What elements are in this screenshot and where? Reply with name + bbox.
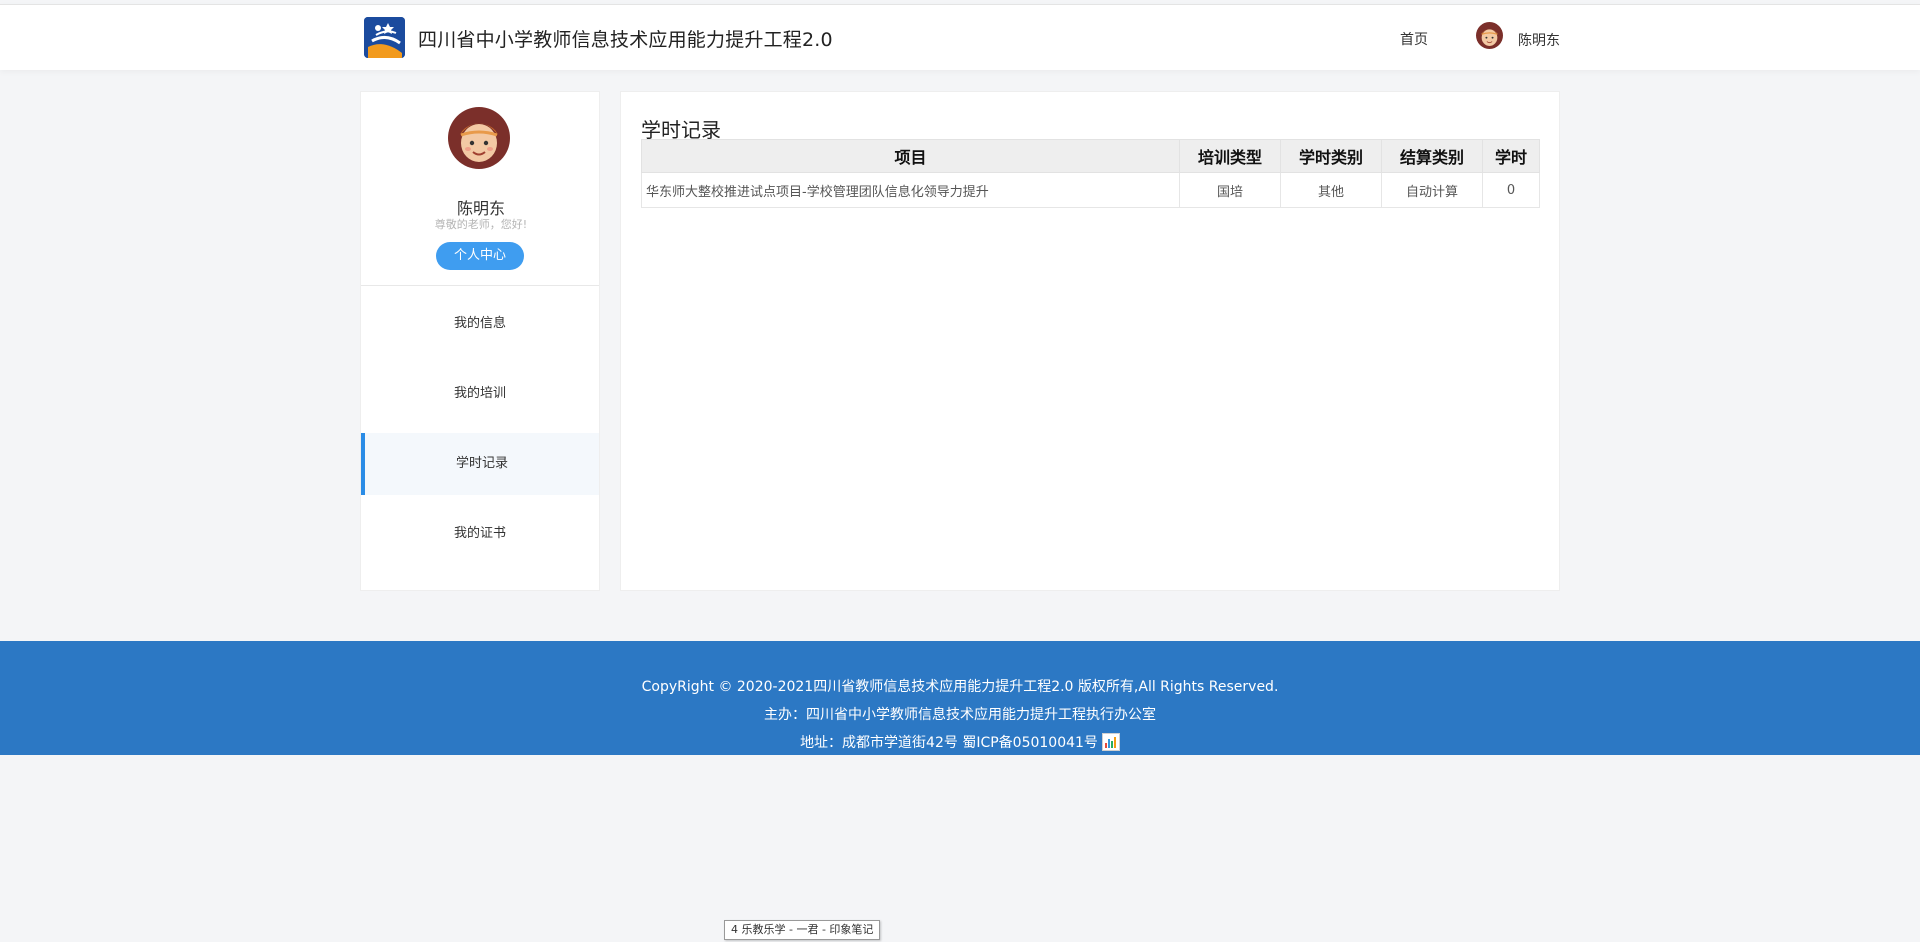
- records-table: 项目 培训类型 学时类别 结算类别 学时 华东师大整校推进试点项目-学校管理团队…: [641, 139, 1540, 208]
- avatar-icon: [448, 107, 510, 169]
- footer-copyright: CopyRight © 2020-2021四川省教师信息技术应用能力提升工程2.…: [641, 679, 1279, 695]
- footer: CopyRight © 2020-2021四川省教师信息技术应用能力提升工程2.…: [0, 641, 1920, 755]
- personal-center-button[interactable]: 个人中心: [436, 242, 524, 270]
- statistics-icon[interactable]: [1101, 733, 1120, 751]
- cell-project: 华东师大整校推进试点项目-学校管理团队信息化领导力提升: [641, 172, 1180, 208]
- footer-address: 地址：成都市学道街42号 蜀ICP备05010041号: [800, 735, 1098, 751]
- sidebar-item-my-certificates[interactable]: 我的证书: [361, 503, 599, 565]
- main-content: 学时记录 项目 培训类型 学时类别 结算类别 学时 华东师大整校推进试点项目-学…: [620, 91, 1560, 591]
- nav-home-link[interactable]: 首页: [1400, 29, 1428, 49]
- header-user-name[interactable]: 陈明东: [1518, 30, 1560, 50]
- profile-greeting: 尊敬的老师，您好!: [434, 218, 528, 231]
- taskbar-tooltip: 4 乐教乐学 - 一君 - 印象笔记: [724, 920, 881, 940]
- cell-training-type: 国培: [1179, 172, 1281, 208]
- table-header-row: 项目 培训类型 学时类别 结算类别 学时: [641, 139, 1540, 173]
- divider: [361, 285, 599, 286]
- cell-settlement-type: 自动计算: [1381, 172, 1483, 208]
- sidebar: 陈明东 尊敬的老师，您好! 个人中心 我的信息 我的培训 学时记录 我的证书: [360, 91, 600, 591]
- header: 四川省中小学教师信息技术应用能力提升工程2.0 首页 陈明东: [0, 4, 1920, 70]
- site-title: 四川省中小学教师信息技术应用能力提升工程2.0: [418, 29, 833, 51]
- cell-hours: 0: [1482, 172, 1540, 208]
- sidebar-item-my-info[interactable]: 我的信息: [361, 293, 599, 355]
- table-row: 华东师大整校推进试点项目-学校管理团队信息化领导力提升 国培 其他 自动计算 0: [641, 172, 1540, 208]
- profile-avatar: [448, 107, 510, 169]
- site-logo[interactable]: [364, 17, 405, 58]
- column-header-settlement-type: 结算类别: [1381, 139, 1483, 173]
- column-header-hours-category: 学时类别: [1280, 139, 1382, 173]
- logo-icon: [364, 17, 405, 58]
- avatar-icon: [1476, 22, 1503, 49]
- column-header-training-type: 培训类型: [1179, 139, 1281, 173]
- sidebar-item-my-training[interactable]: 我的培训: [361, 363, 599, 425]
- column-header-hours: 学时: [1482, 139, 1540, 173]
- cell-hours-category: 其他: [1280, 172, 1382, 208]
- footer-address-line: 地址：成都市学道街42号 蜀ICP备05010041号: [0, 732, 1920, 752]
- user-avatar[interactable]: [1476, 22, 1503, 49]
- sidebar-item-hours-record[interactable]: 学时记录: [361, 433, 599, 495]
- column-header-project: 项目: [641, 139, 1180, 173]
- footer-organizer: 主办：四川省中小学教师信息技术应用能力提升工程执行办公室: [764, 707, 1156, 723]
